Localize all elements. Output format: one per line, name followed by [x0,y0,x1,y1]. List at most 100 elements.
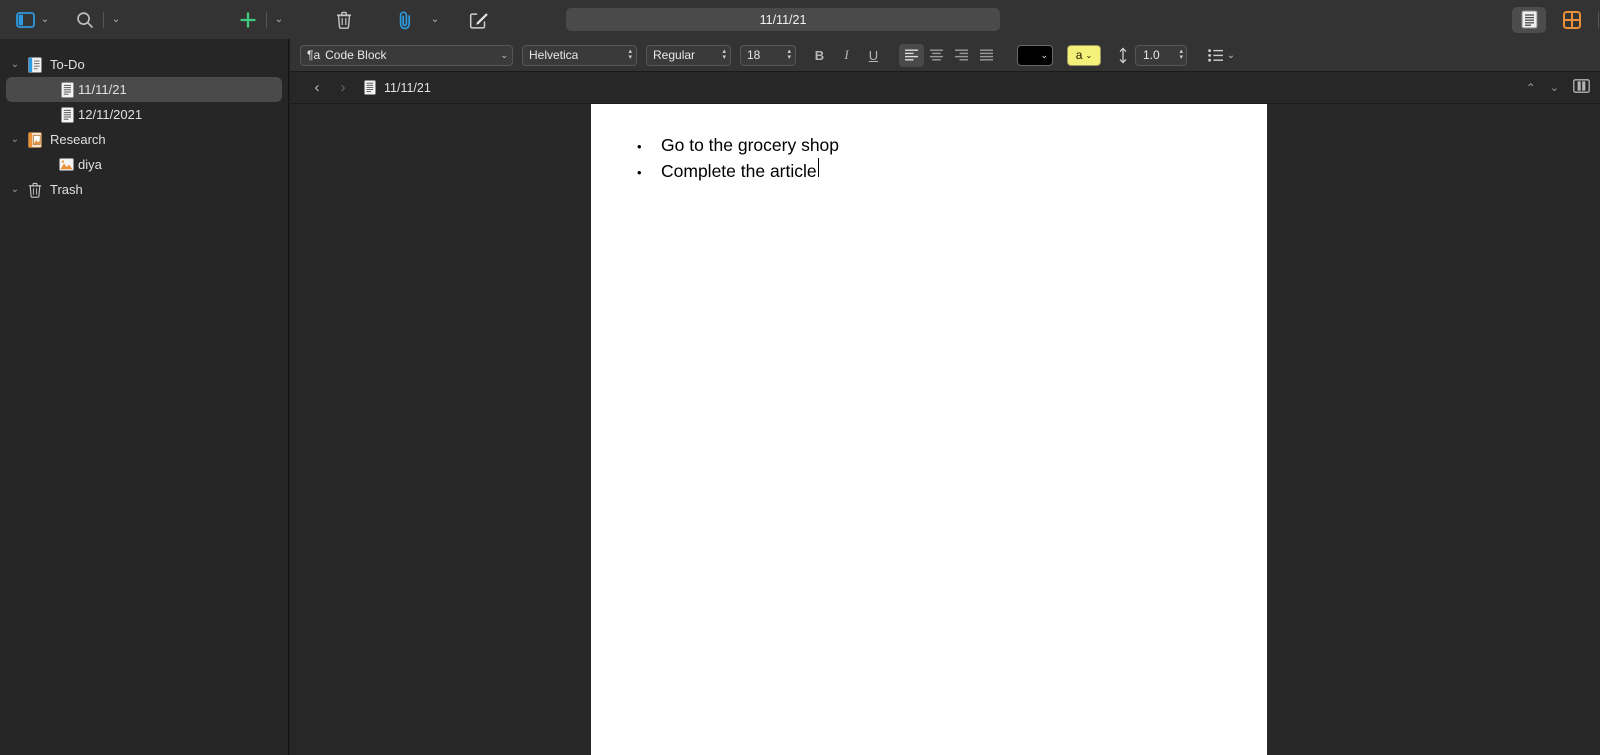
line-spacing-input[interactable]: 1.0 ▴ ▾ [1135,44,1187,66]
stepper-icon: ▴ ▾ [722,48,726,61]
sidebar-item-label: Trash [50,182,83,197]
bullet-icon: • [637,139,642,154]
align-left-button[interactable] [899,43,924,67]
line-spacing-group: 1.0 ▴ ▾ [1117,44,1187,66]
sidebar-item-11-11-21[interactable]: 11/11/21 [6,77,282,102]
text-color-button[interactable]: ⌄ [1017,44,1053,66]
font-weight-select[interactable]: Regular ▴ ▾ [646,44,731,66]
font-weight-value: Regular [653,48,696,62]
toolbar-divider [1598,11,1599,28]
italic-button[interactable]: I [834,44,859,67]
highlight-label: a [1075,48,1083,62]
editor-area: ‹ › 11/11/21 ⌃ ⌄ • Go to the grocery sho… [290,72,1600,755]
note-document-icon [24,106,74,123]
forward-button[interactable]: › [330,79,356,96]
breadcrumb-bar: ‹ › 11/11/21 ⌃ ⌄ [290,72,1600,104]
chevron-down-icon: ⌄ [500,49,508,60]
align-center-icon [930,49,943,61]
align-right-button[interactable] [949,44,974,67]
paperclip-icon [399,11,411,29]
stepper-icon: ▴ ▾ [787,48,791,61]
disclosure-triangle-icon[interactable]: ⌄ [6,59,24,70]
disclosure-triangle-icon[interactable]: ⌄ [6,184,24,195]
stepper-icon: ▴ ▾ [628,48,632,61]
list-item[interactable]: • Complete the article [637,158,1267,184]
grid-view-icon [1563,10,1581,29]
paragraph-style-select[interactable]: ¶a Code Block ⌄ [300,44,513,66]
align-justify-button[interactable] [974,44,999,67]
paragraph-style-prefix-icon: ¶a [307,48,321,62]
trash-icon [337,11,351,29]
notebook-blue-icon [24,56,46,73]
sidebar-toggle-button[interactable] [12,7,38,33]
sidebar-item-12-11-2021[interactable]: 12/11/2021 [6,102,282,127]
align-justify-icon [980,49,993,61]
back-button[interactable]: ‹ [304,79,330,96]
add-options-chevron-icon[interactable]: ⌄ [272,7,286,33]
add-button[interactable] [235,7,261,33]
sidebar-toggle-group: ⌄ [12,7,52,33]
chevron-down-icon: ⌄ [1040,49,1048,60]
note-document-icon [24,81,74,98]
split-view-icon [1573,79,1590,93]
split-view-button[interactable] [1573,79,1590,96]
compose-icon [469,12,488,29]
sidebar-item-label: 12/11/2021 [78,107,143,122]
sidebar-item-research[interactable]: ⌄ Research [6,127,282,152]
toolbar-divider [266,11,267,28]
sidebar-item-to-do[interactable]: ⌄ To-Do [6,52,282,77]
view-document-button[interactable] [1512,6,1546,33]
document-content[interactable]: • Go to the grocery shop • Complete the … [591,104,1267,184]
chevron-down-icon: ⌄ [1085,50,1093,60]
list-style-chevron-icon[interactable]: ⌄ [1224,42,1238,68]
editor-canvas: • Go to the grocery shop • Complete the … [290,104,1600,755]
font-size-input[interactable]: 18 ▴ ▾ [740,44,796,66]
plus-icon [240,11,256,28]
font-family-select[interactable]: Helvetica ▴ ▾ [522,44,637,66]
sidebar-item-label: To-Do [50,57,85,72]
breadcrumb-actions: ⌃ ⌄ [1526,79,1590,96]
view-grid-button[interactable] [1555,7,1589,33]
paragraph-style-value: Code Block [325,48,387,62]
format-toolbar: ¶a Code Block ⌄ Helvetica ▴ ▾ Regular ▴ … [290,39,1600,72]
view-mode-group [1512,6,1600,33]
sidebar-item-trash[interactable]: ⌄ Trash [6,177,282,202]
bullet-icon: • [637,165,642,180]
underline-button[interactable]: U [861,44,886,67]
chevron-down-icon[interactable]: ⌄ [1550,81,1559,94]
align-center-button[interactable] [924,44,949,67]
sidebar-item-diya[interactable]: diya [6,152,282,177]
compose-button[interactable] [466,7,492,33]
search-options-chevron-icon[interactable]: ⌄ [109,7,123,33]
highlight-color-button[interactable]: a ⌄ [1067,44,1101,66]
search-icon [77,11,93,28]
search-button[interactable] [72,7,98,33]
image-icon [24,158,74,171]
main-toolbar: ⌄ ⌄ ⌄ ⌄ 11/11/21 [0,0,1600,39]
note-title-field[interactable]: 11/11/21 [566,8,1000,31]
sidebar-item-label: diya [78,157,102,172]
font-family-value: Helvetica [529,48,579,62]
list-style-group[interactable]: ⌄ [1208,42,1238,68]
sidebar-toggle-chevron-icon[interactable]: ⌄ [38,7,52,33]
text-cursor [817,158,819,177]
delete-button[interactable] [331,7,357,33]
toolbar-divider [103,11,104,28]
sidebar: ⌄ To-Do 11/11/21 12/11/2021 ⌄ Research d… [0,39,289,755]
attachment-chevron-icon[interactable]: ⌄ [428,7,442,33]
notebook-orange-icon [24,131,46,148]
line-spacing-value: 1.0 [1143,48,1160,62]
document-page[interactable]: • Go to the grocery shop • Complete the … [591,104,1267,755]
note-title-value: 11/11/21 [759,12,807,27]
sidebar-item-label: Research [50,132,106,147]
bold-button[interactable]: B [807,44,832,67]
chevron-up-icon[interactable]: ⌃ [1526,81,1536,95]
bullet-list-icon [1208,48,1223,62]
disclosure-triangle-icon[interactable]: ⌄ [6,134,24,145]
breadcrumb[interactable]: 11/11/21 [364,80,431,95]
attachment-group: ⌄ [392,7,442,33]
line-spacing-icon [1119,46,1127,64]
list-item[interactable]: • Go to the grocery shop [637,134,1267,158]
list-item-text: Go to the grocery shop [661,135,840,155]
attachment-button[interactable] [392,7,418,33]
